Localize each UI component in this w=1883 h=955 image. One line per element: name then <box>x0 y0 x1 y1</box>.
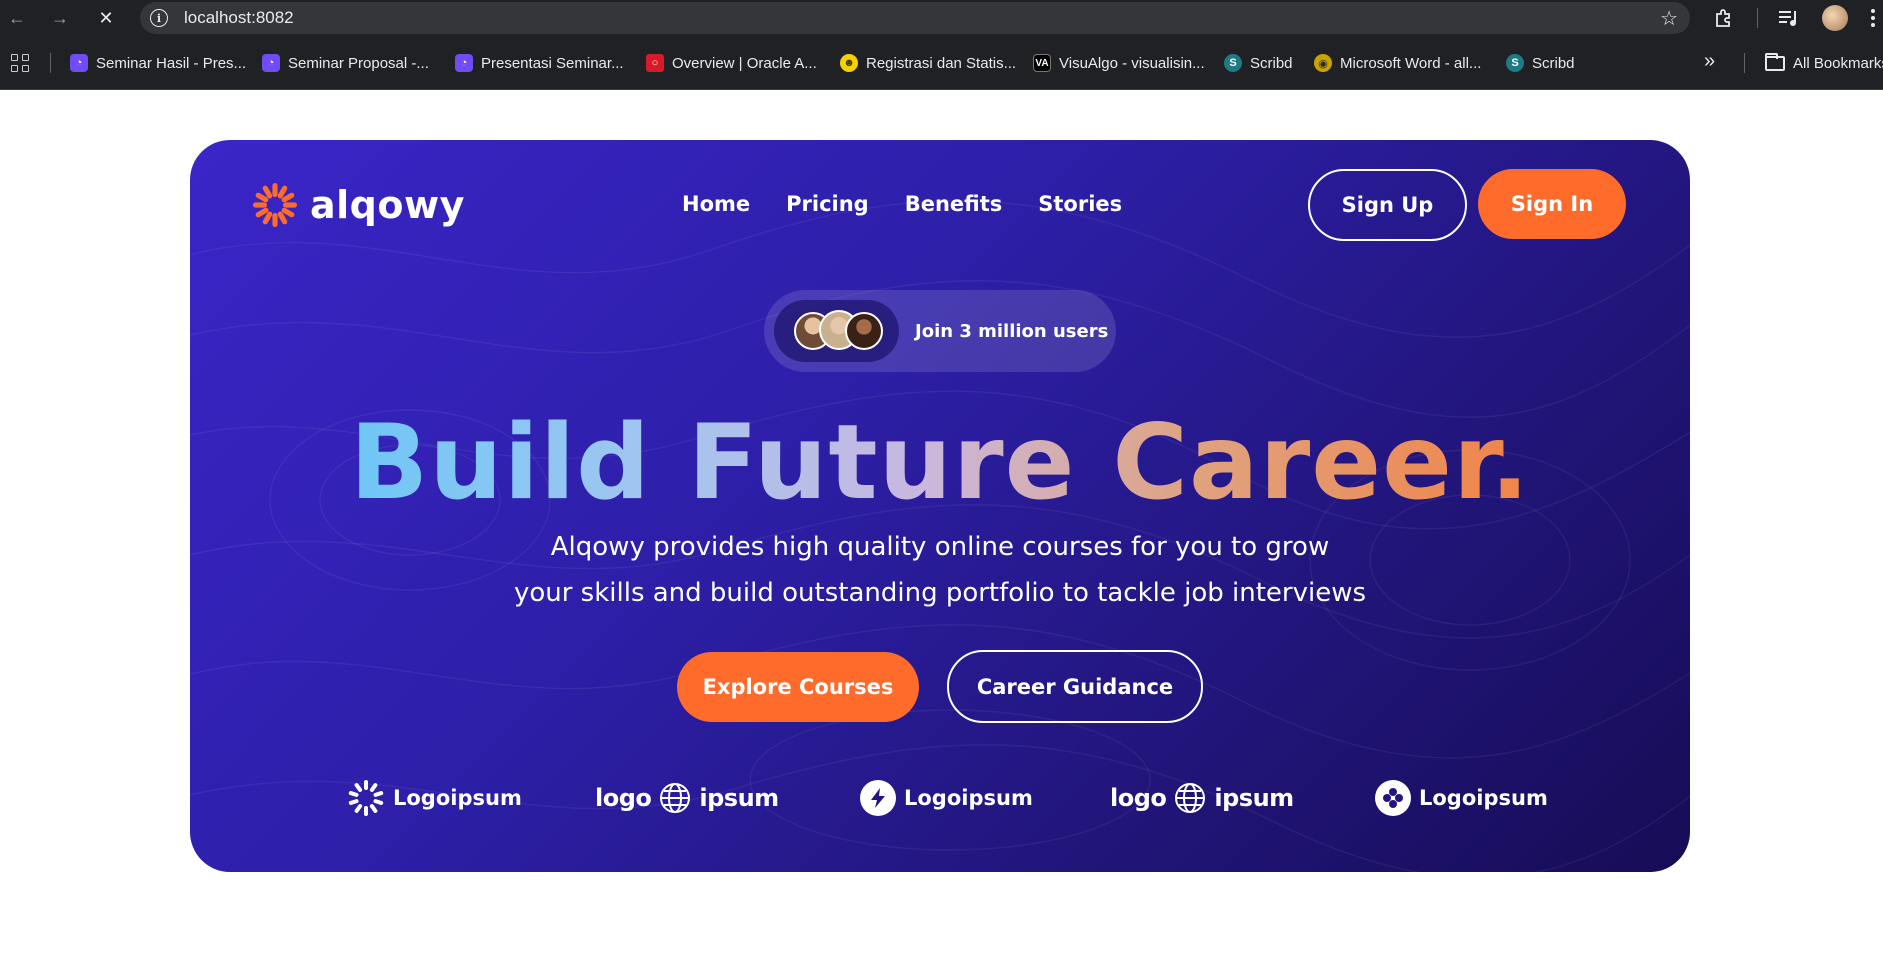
nav-stories[interactable]: Stories <box>1038 192 1122 216</box>
hero-section: alqowy Home Pricing Benefits Stories Sig… <box>190 140 1690 872</box>
registrasi-icon: ☻ <box>840 54 858 72</box>
hero-headline: Build Future Career. <box>190 402 1690 526</box>
bookmark-label: Seminar Hasil - Pres... <box>96 54 247 72</box>
forward-icon[interactable]: → <box>48 6 72 30</box>
back-icon[interactable]: ← <box>5 6 29 30</box>
toolbar-divider <box>1757 8 1758 28</box>
pres-icon: ◔ <box>70 54 88 72</box>
bookmark-label: Microsoft Word - all... <box>1340 54 1482 72</box>
bookmark-item[interactable]: ◔ Presentasi Seminar... <box>455 51 624 75</box>
sunburst-logo-icon <box>348 780 384 816</box>
partner-name: Logoipsum <box>393 786 522 810</box>
media-controls-icon[interactable] <box>1778 6 1800 30</box>
partner-name: logo <box>1110 784 1167 812</box>
brand-flower-icon <box>253 183 297 227</box>
pres-icon: ◔ <box>455 54 473 72</box>
bookmark-label: VisuAlgo - visualisin... <box>1059 54 1205 72</box>
bookmark-item[interactable]: ○ Overview | Oracle A... <box>646 51 817 75</box>
globe-logo-icon <box>1175 783 1206 813</box>
scribd-icon: S <box>1506 54 1524 72</box>
pres-icon: ◔ <box>262 54 280 72</box>
partner-name: Logoipsum <box>1419 786 1548 810</box>
bookmark-label: Seminar Proposal -... <box>288 54 429 72</box>
bookmark-label: Scribd <box>1250 54 1293 72</box>
brand-name: alqowy <box>310 183 465 227</box>
nav-pricing[interactable]: Pricing <box>786 192 869 216</box>
bookmarks-divider <box>1744 53 1745 73</box>
stop-loading-icon[interactable]: ✕ <box>94 6 118 30</box>
partner-name: ipsum <box>699 784 779 812</box>
hero-subtitle: Alqowy provides high quality online cour… <box>440 524 1440 616</box>
extensions-icon[interactable] <box>1714 6 1734 30</box>
hero-subtitle-line: Alqowy provides high quality online cour… <box>550 532 1330 562</box>
address-bar[interactable]: i localhost:8082 ☆ <box>140 2 1690 34</box>
partner-logos: Logoipsum logo ipsum Logoipsum logo ipsu… <box>190 768 1690 828</box>
sign-up-button[interactable]: Sign Up <box>1308 169 1467 241</box>
word-icon: ◉ <box>1314 54 1332 72</box>
partner-logo: Logoipsum <box>1375 768 1548 828</box>
bookmark-item[interactable]: S Scribd <box>1224 51 1293 75</box>
bookmark-item[interactable]: S Scribd <box>1506 51 1575 75</box>
more-bookmarks-icon[interactable]: » <box>1704 50 1715 73</box>
hero-subtitle-line: your skills and build outstanding portfo… <box>513 578 1367 608</box>
bookmark-item[interactable]: ◔ Seminar Hasil - Pres... <box>70 51 246 75</box>
bookmarks-bar: ◔ Seminar Hasil - Pres... ◔ Seminar Prop… <box>0 36 1883 90</box>
bookmark-label: Presentasi Seminar... <box>481 54 624 72</box>
partner-name: Logoipsum <box>904 786 1033 810</box>
all-bookmarks-label: All Bookmarks <box>1793 54 1883 72</box>
folder-icon <box>1765 52 1785 71</box>
address-url[interactable]: localhost:8082 <box>184 8 294 28</box>
avatar <box>845 312 883 350</box>
main-navigation: Home Pricing Benefits Stories <box>682 192 1122 216</box>
nav-home[interactable]: Home <box>682 192 750 216</box>
career-guidance-button[interactable]: Career Guidance <box>947 650 1203 723</box>
bookmark-item[interactable]: ◔ Seminar Proposal -... <box>262 51 429 75</box>
more-menu-icon[interactable] <box>1868 6 1878 30</box>
users-badge-text: Join 3 million users <box>915 320 1109 342</box>
scribd-icon: S <box>1224 54 1242 72</box>
apps-grid-icon[interactable] <box>11 54 29 72</box>
users-badge: Join 3 million users <box>764 290 1116 372</box>
bookmark-item[interactable]: ☻ Registrasi dan Statis... <box>840 51 1016 75</box>
site-info-icon[interactable]: i <box>150 9 168 27</box>
oracle-icon: ○ <box>646 54 664 72</box>
partner-logo: Logoipsum <box>860 768 1033 828</box>
bookmark-label: Overview | Oracle A... <box>672 54 817 72</box>
avatar-group <box>774 300 899 362</box>
partner-logo: Logoipsum <box>347 768 522 828</box>
partner-name: ipsum <box>1214 784 1294 812</box>
profile-avatar[interactable] <box>1822 5 1848 31</box>
partner-name: logo <box>595 784 652 812</box>
bookmark-label: Registrasi dan Statis... <box>866 54 1017 72</box>
bolt-logo-icon <box>860 780 896 816</box>
visualgo-icon: VA <box>1033 54 1051 72</box>
browser-toolbar: ← → ✕ i localhost:8082 ☆ <box>0 0 1883 36</box>
partner-logo: logo ipsum <box>595 768 779 828</box>
brand-logo[interactable]: alqowy <box>252 182 465 228</box>
globe-logo-icon <box>660 783 691 813</box>
clover-logo-icon <box>1375 780 1411 816</box>
bookmark-item[interactable]: ◉ Microsoft Word - all... <box>1314 51 1481 75</box>
all-bookmarks[interactable]: All Bookmarks <box>1765 51 1883 75</box>
bookmark-label: Scribd <box>1532 54 1575 72</box>
sign-in-button[interactable]: Sign In <box>1478 169 1626 239</box>
bookmark-star-icon[interactable]: ☆ <box>1660 6 1678 31</box>
hero-headline-text: Build Future Career. <box>350 402 1531 526</box>
partner-logo: logo ipsum <box>1110 768 1294 828</box>
bookmarks-divider <box>50 53 51 73</box>
bookmark-item[interactable]: VA VisuAlgo - visualisin... <box>1033 51 1205 75</box>
nav-benefits[interactable]: Benefits <box>905 192 1003 216</box>
explore-courses-button[interactable]: Explore Courses <box>677 652 919 722</box>
